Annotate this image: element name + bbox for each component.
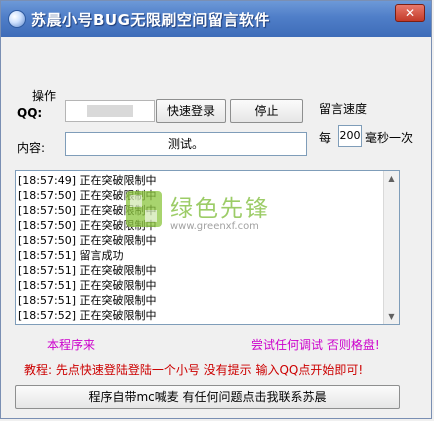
speed-suffix: 毫秒一次 — [365, 131, 414, 145]
content-label: 内容: — [17, 141, 46, 155]
speed-label: 留言速度 — [319, 102, 368, 116]
log-line: [18:57:51] 正在突破限制中 — [18, 294, 157, 307]
speed-prefix: 每 — [319, 131, 332, 145]
scroll-down-icon[interactable]: ▼ — [385, 309, 398, 324]
qq-redacted-block — [87, 105, 133, 117]
log-scrollbar[interactable]: ▲ ▼ — [383, 171, 399, 324]
content-input[interactable]: 测试。 — [65, 132, 307, 156]
log-line: [18:57:51] 留言成功 — [18, 249, 124, 262]
scroll-up-icon[interactable]: ▲ — [385, 171, 398, 186]
notice-line-2: 教程: 先点快速登陆登陆一个小号 没有提示 输入QQ点开始即可! — [24, 363, 364, 377]
log-lines: [18:57:49] 正在突破限制中 [18:57:50] 正在突破限制中 [18:… — [18, 173, 399, 323]
log-line: [18:57:51] 正在突破限制中 — [18, 279, 157, 292]
app-icon — [8, 10, 26, 28]
log-line: [18:57:50] 正在突破限制中 — [18, 189, 157, 202]
quick-login-button[interactable]: 快速登录 — [156, 99, 226, 123]
notice-line-1-end: 尝试任何调试 否则格盘! — [251, 338, 380, 352]
log-list[interactable]: [18:57:49] 正在突破限制中 [18:57:50] 正在突破限制中 [18:… — [15, 170, 400, 325]
ops-group-label: 操作 — [32, 89, 57, 103]
app-window: 苏晨小号BUG无限刷空间留言软件 ✕ 操作 QQ: 快速登录 停止 内容: 测试… — [0, 0, 432, 419]
title-bar[interactable]: 苏晨小号BUG无限刷空间留言软件 ✕ — [1, 1, 431, 37]
qq-label: QQ: — [17, 106, 43, 120]
close-button[interactable]: ✕ — [395, 4, 425, 22]
contact-button[interactable]: 程序自带mc喊麦 有任何问题点击我联系苏晨 — [15, 385, 400, 409]
log-line: [18:57:52] 正在突破限制中 — [18, 309, 157, 322]
window-title: 苏晨小号BUG无限刷空间留言软件 — [31, 11, 270, 29]
log-line: [18:57:50] 正在突破限制中 — [18, 219, 157, 232]
speed-input[interactable]: 200 — [338, 125, 362, 147]
log-line: [18:57:51] 正在突破限制中 — [18, 264, 157, 277]
log-line: [18:57:49] 正在突破限制中 — [18, 174, 157, 187]
log-line: [18:57:50] 正在突破限制中 — [18, 234, 157, 247]
log-line: [18:57:50] 正在突破限制中 — [18, 204, 157, 217]
stop-button[interactable]: 停止 — [230, 99, 303, 123]
notice-line-1: 本程序来 尝试任何调试 否则格盘! — [47, 336, 380, 353]
notice-line-1-start: 本程序来 — [47, 338, 96, 352]
